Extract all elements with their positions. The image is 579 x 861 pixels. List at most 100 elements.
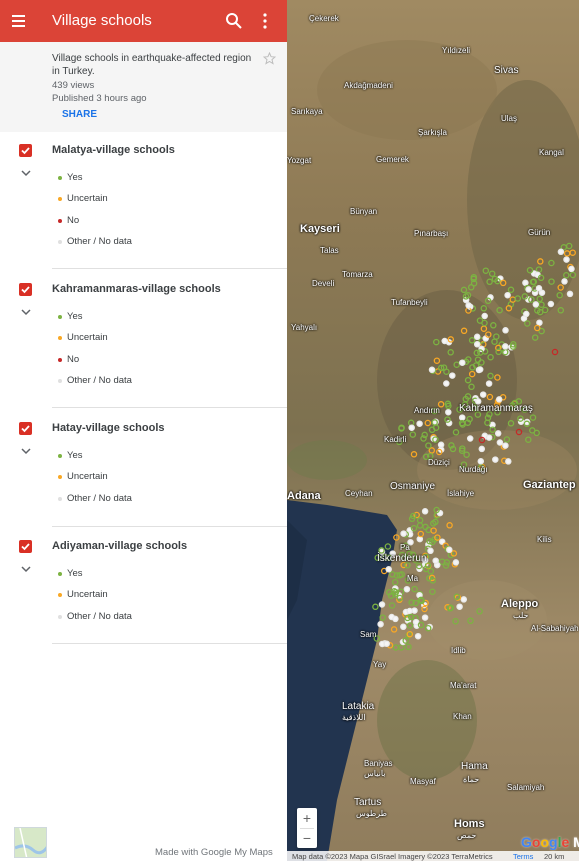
school-marker[interactable] xyxy=(563,256,570,263)
school-marker[interactable] xyxy=(379,614,386,621)
school-marker[interactable] xyxy=(452,617,459,625)
school-marker[interactable] xyxy=(428,447,436,454)
layer-visibility-checkbox[interactable] xyxy=(19,422,32,435)
school-marker[interactable] xyxy=(421,508,429,515)
school-marker[interactable] xyxy=(410,451,418,458)
chevron-down-icon[interactable] xyxy=(20,168,32,178)
school-marker[interactable] xyxy=(460,327,468,335)
layer-name[interactable]: Malatya-village schools xyxy=(52,144,175,156)
school-marker[interactable] xyxy=(430,527,437,534)
school-marker[interactable] xyxy=(452,429,460,436)
school-marker[interactable] xyxy=(507,420,515,427)
school-marker[interactable] xyxy=(563,250,571,257)
school-marker[interactable] xyxy=(485,331,492,338)
school-marker[interactable] xyxy=(492,456,499,463)
school-marker[interactable] xyxy=(408,424,415,431)
school-marker[interactable] xyxy=(563,271,570,279)
school-marker[interactable] xyxy=(538,289,546,296)
school-marker[interactable] xyxy=(384,543,392,550)
school-marker[interactable] xyxy=(529,414,537,421)
school-marker[interactable] xyxy=(556,291,563,299)
school-marker[interactable] xyxy=(504,291,511,299)
school-marker[interactable] xyxy=(433,338,440,346)
layer-visibility-checkbox[interactable] xyxy=(19,283,32,296)
school-marker[interactable] xyxy=(537,258,544,265)
school-marker[interactable] xyxy=(414,632,422,640)
share-button[interactable]: SHARE xyxy=(62,109,97,120)
map-canvas[interactable]: Çekerek Yıldızeli Sivas Akdağmadeni Ulaş Şark… xyxy=(287,0,579,861)
school-marker[interactable] xyxy=(406,607,413,615)
school-marker[interactable] xyxy=(385,566,392,573)
star-icon[interactable] xyxy=(263,52,276,65)
school-marker[interactable] xyxy=(557,307,565,314)
layer-name[interactable]: Adiyaman-village schools xyxy=(52,540,187,552)
layer-name[interactable]: Hatay-village schools xyxy=(52,422,165,434)
school-marker[interactable] xyxy=(460,596,468,603)
layer-visibility-checkbox[interactable] xyxy=(19,540,32,553)
school-marker[interactable] xyxy=(507,286,515,294)
school-marker[interactable] xyxy=(393,534,400,541)
school-marker[interactable] xyxy=(493,333,500,340)
school-marker[interactable] xyxy=(392,644,400,651)
school-marker[interactable] xyxy=(479,391,487,398)
school-marker[interactable] xyxy=(464,376,472,384)
school-marker[interactable] xyxy=(496,439,504,446)
school-marker[interactable] xyxy=(494,430,502,437)
school-marker[interactable] xyxy=(392,615,399,623)
school-marker[interactable] xyxy=(491,338,498,345)
school-marker[interactable] xyxy=(449,372,456,379)
school-marker[interactable] xyxy=(446,546,453,554)
school-marker[interactable] xyxy=(496,306,503,314)
school-marker[interactable] xyxy=(465,302,472,309)
school-marker[interactable] xyxy=(524,320,531,327)
school-marker[interactable] xyxy=(487,353,494,361)
school-marker[interactable] xyxy=(460,286,468,294)
school-marker[interactable] xyxy=(515,428,523,436)
school-marker[interactable] xyxy=(398,644,405,651)
school-marker[interactable] xyxy=(480,325,488,332)
school-marker[interactable] xyxy=(487,372,494,380)
school-marker[interactable] xyxy=(456,603,463,610)
school-marker[interactable] xyxy=(505,458,512,465)
school-marker[interactable] xyxy=(410,524,418,532)
school-marker[interactable] xyxy=(403,585,411,593)
school-marker[interactable] xyxy=(453,361,460,368)
school-marker[interactable] xyxy=(459,359,466,366)
school-marker[interactable] xyxy=(400,530,407,537)
school-marker[interactable] xyxy=(421,614,429,621)
school-marker[interactable] xyxy=(482,267,490,274)
school-marker[interactable] xyxy=(531,334,539,341)
school-marker[interactable] xyxy=(532,301,540,308)
school-marker[interactable] xyxy=(428,366,436,374)
school-marker[interactable] xyxy=(437,441,445,449)
school-marker[interactable] xyxy=(391,578,399,586)
school-marker[interactable] xyxy=(467,617,474,625)
school-marker[interactable] xyxy=(521,293,529,300)
school-marker[interactable] xyxy=(406,622,414,629)
school-marker[interactable] xyxy=(372,603,379,611)
school-marker[interactable] xyxy=(536,295,543,303)
school-marker[interactable] xyxy=(427,547,434,555)
school-marker[interactable] xyxy=(548,259,555,267)
school-marker[interactable] xyxy=(502,343,509,350)
school-marker[interactable] xyxy=(468,370,476,378)
school-marker[interactable] xyxy=(522,279,529,287)
base-map-thumbnail[interactable] xyxy=(14,827,47,858)
zoom-out-button[interactable]: − xyxy=(297,828,317,848)
school-marker[interactable] xyxy=(509,296,517,303)
school-marker[interactable] xyxy=(467,284,475,291)
school-marker[interactable] xyxy=(443,380,450,387)
zoom-in-button[interactable]: + xyxy=(297,808,317,828)
school-marker[interactable] xyxy=(569,249,576,256)
school-marker[interactable] xyxy=(411,585,418,593)
school-marker[interactable] xyxy=(494,374,501,381)
school-marker[interactable] xyxy=(480,305,488,312)
school-marker[interactable] xyxy=(417,530,425,538)
school-marker[interactable] xyxy=(473,341,481,348)
school-marker[interactable] xyxy=(452,559,460,566)
school-marker[interactable] xyxy=(478,436,486,444)
school-marker[interactable] xyxy=(378,601,386,608)
school-marker[interactable] xyxy=(526,266,534,274)
chevron-down-icon[interactable] xyxy=(20,446,32,456)
school-marker[interactable] xyxy=(525,436,532,443)
